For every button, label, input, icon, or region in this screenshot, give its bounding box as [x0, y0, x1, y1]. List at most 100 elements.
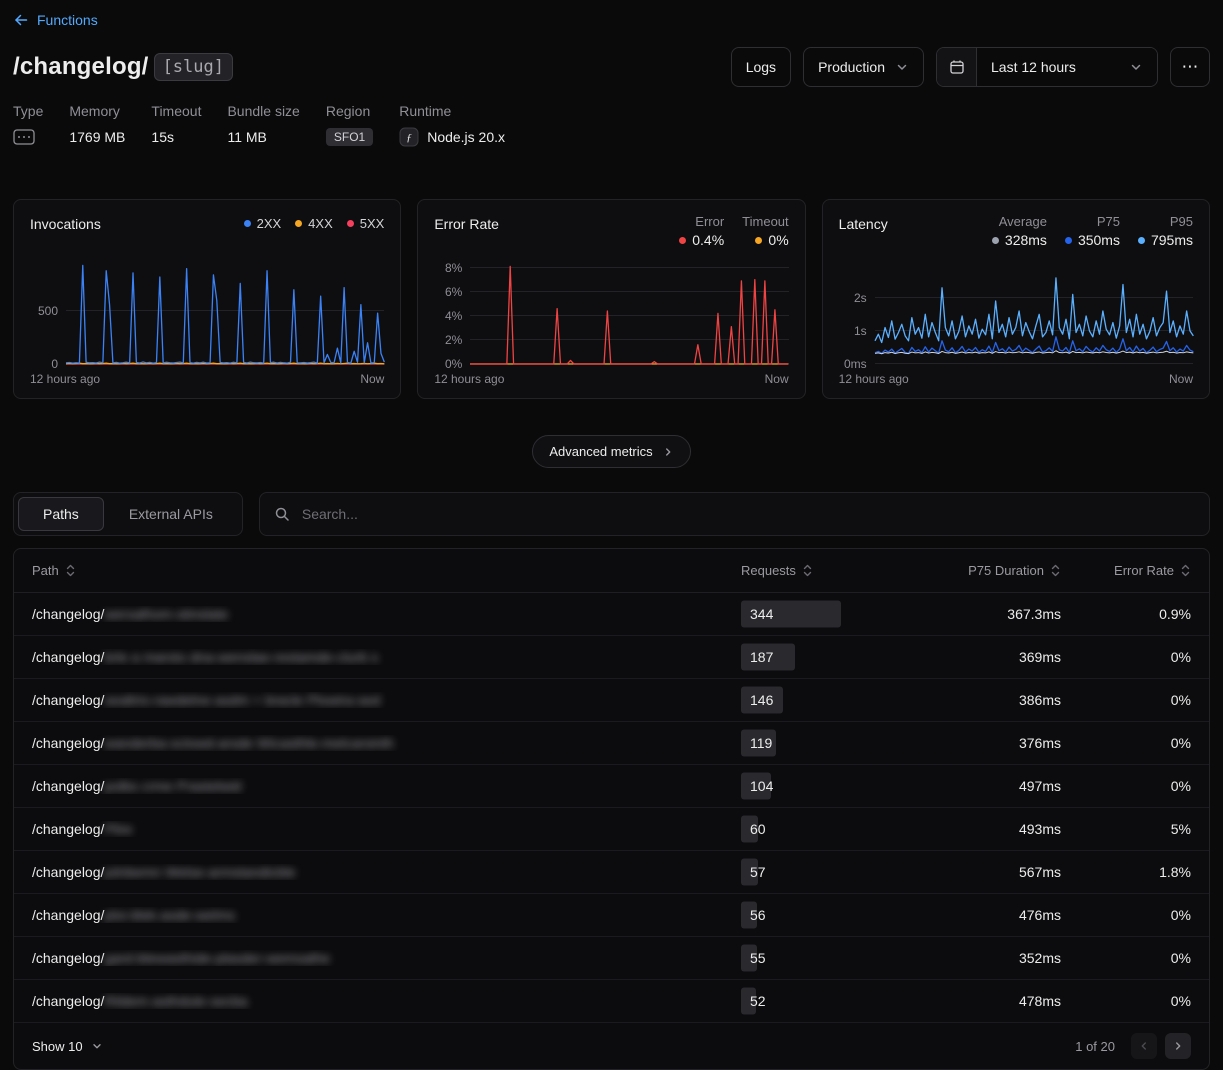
environment-dropdown[interactable]: Production: [803, 47, 924, 87]
page-indicator: 1 of 20: [1075, 1039, 1115, 1054]
table-footer: Show 10 1 of 20: [14, 1023, 1209, 1069]
table-row[interactable]: /changelog/jolnbemn Welse-armstandicble …: [14, 851, 1209, 894]
tab-external-apis[interactable]: External APIs: [104, 497, 238, 531]
p75-value: 367.3ms: [891, 606, 1061, 622]
nodejs-icon: ƒ: [399, 127, 419, 147]
path-cell: /changelog/polbs crme Prastelwid: [32, 778, 741, 794]
legend-dot-timeout: [755, 237, 762, 244]
function-path-title: /changelog/: [13, 53, 149, 81]
table-row[interactable]: /changelog/wanderba-sclowd-arsde Wicasth…: [14, 722, 1209, 765]
chevron-right-icon: [1172, 1040, 1184, 1052]
search-bar: [259, 492, 1210, 536]
sort-icon: [1180, 564, 1191, 577]
path-prefix: /changelog/: [32, 778, 104, 794]
p75-value: 478ms: [891, 993, 1061, 1009]
column-header-error-rate[interactable]: Error Rate: [1061, 563, 1191, 578]
back-link[interactable]: Functions: [13, 12, 98, 28]
path-slug-redacted: gard-blewasthide-plasder-wemsathe: [104, 950, 330, 966]
meta-runtime: Runtime ƒ Node.js 20.x: [399, 103, 505, 147]
invocations-legend: 2XX 4XX 5XX: [244, 214, 385, 231]
paths-table: Path Requests P75 Duration Error Rate /c…: [13, 548, 1210, 1070]
chevron-down-icon: [895, 60, 909, 74]
requests-cell: 104: [741, 765, 891, 807]
path-cell: /changelog/sealtris-rawdelne-asdm + brac…: [32, 692, 741, 708]
function-meta: Type Memory 1769 MB Timeout 15s Bundle s…: [13, 103, 1210, 147]
table-row[interactable]: /changelog/ploi-tilek-asde-welms 56 476m…: [14, 894, 1209, 937]
error-rate-value: 0.9%: [1061, 606, 1191, 622]
path-slug-redacted: sealtris-rawdelne-asdm + bracle Plowira-…: [104, 692, 380, 708]
requests-cell: 60: [741, 808, 891, 850]
meta-timeout: Timeout 15s: [151, 103, 201, 147]
tab-paths[interactable]: Paths: [18, 497, 104, 531]
path-prefix: /changelog/: [32, 993, 104, 1009]
error-rate-value: 0%: [1061, 778, 1191, 794]
path-cell: /changelog/wersalhom-stinslate: [32, 606, 741, 622]
search-input[interactable]: [260, 493, 1209, 535]
requests-value: 56: [741, 907, 766, 923]
requests-cell: 187: [741, 636, 891, 678]
column-header-p75-duration[interactable]: P75 Duration: [891, 563, 1061, 578]
table-row[interactable]: /changelog/gard-blewasthide-plasder-wems…: [14, 937, 1209, 980]
requests-cell: 344: [741, 593, 891, 635]
invocations-card: Invocations 2XX 4XX 5XX 5000 12 hours ag…: [13, 199, 401, 399]
column-header-path[interactable]: Path: [32, 563, 741, 578]
latency-card: Latency Average 328ms P75 350ms P95 795m…: [822, 199, 1210, 399]
table-row[interactable]: /changelog/sealtris-rawdelne-asdm + brac…: [14, 679, 1209, 722]
p75-value: 497ms: [891, 778, 1061, 794]
meta-type: Type: [13, 103, 43, 147]
requests-value: 60: [741, 821, 766, 837]
date-range-dropdown[interactable]: Last 12 hours: [977, 48, 1157, 86]
path-slug-redacted: ploi-tilek-asde-welms: [104, 907, 235, 923]
requests-cell: 55: [741, 937, 891, 979]
path-cell: /changelog/Plire: [32, 821, 741, 837]
error-rate-value: 0%: [1061, 907, 1191, 923]
date-range-picker: Last 12 hours: [936, 47, 1158, 87]
path-prefix: /changelog/: [32, 735, 104, 751]
latency-chart: 2s1s0ms: [875, 258, 1193, 364]
more-options-button[interactable]: ⋯: [1170, 47, 1210, 87]
requests-cell: 52: [741, 980, 891, 1022]
function-details-page: Functions /changelog/ [slug] Logs Produc…: [0, 0, 1223, 1070]
chevron-left-icon: [1138, 1040, 1150, 1052]
path-slug-redacted: Plire: [104, 821, 132, 837]
table-row[interactable]: /changelog/wersalhom-stinslate 344 367.3…: [14, 593, 1209, 636]
error-rate-value: 5%: [1061, 821, 1191, 837]
requests-value: 187: [741, 649, 773, 665]
table-row[interactable]: /changelog/Plire 60 493ms 5%: [14, 808, 1209, 851]
requests-cell: 57: [741, 851, 891, 893]
error-rate-legend: Error 0.4% Timeout 0%: [679, 214, 788, 248]
path-prefix: /changelog/: [32, 821, 104, 837]
logs-button[interactable]: Logs: [731, 47, 791, 87]
next-page-button[interactable]: [1165, 1033, 1191, 1059]
table-row[interactable]: /changelog/brle a marsto dna-wenslae-res…: [14, 636, 1209, 679]
calendar-button[interactable]: [937, 48, 977, 86]
error-rate-x-axis: 12 hours ago Now: [434, 372, 788, 386]
page-size-dropdown[interactable]: Show 10: [32, 1039, 103, 1054]
path-prefix: /changelog/: [32, 649, 104, 665]
legend-dot-error: [679, 237, 686, 244]
requests-cell: 119: [741, 722, 891, 764]
back-arrow-icon: [13, 12, 29, 28]
svg-text:ƒ: ƒ: [406, 132, 412, 144]
advanced-metrics-button[interactable]: Advanced metrics: [532, 435, 690, 468]
legend-dot-p95: [1138, 237, 1145, 244]
path-slug-redacted: wersalhom-stinslate: [104, 606, 228, 622]
table-body: /changelog/wersalhom-stinslate 344 367.3…: [14, 593, 1209, 1023]
p75-value: 352ms: [891, 950, 1061, 966]
table-row[interactable]: /changelog/Rildem-asthdule-secba 52 478m…: [14, 980, 1209, 1023]
invocations-title: Invocations: [30, 214, 101, 232]
metrics-charts: Invocations 2XX 4XX 5XX 5000 12 hours ag…: [13, 199, 1210, 399]
sort-icon: [1050, 564, 1061, 577]
chevron-down-icon: [91, 1040, 103, 1052]
legend-dot-average: [992, 237, 999, 244]
p75-value: 369ms: [891, 649, 1061, 665]
table-header: Path Requests P75 Duration Error Rate: [14, 549, 1209, 593]
prev-page-button[interactable]: [1131, 1033, 1157, 1059]
path-slug-redacted: Rildem-asthdule-secba: [104, 993, 247, 1009]
isr-icon: [13, 129, 35, 145]
column-header-requests[interactable]: Requests: [741, 563, 891, 578]
table-row[interactable]: /changelog/polbs crme Prastelwid 104 497…: [14, 765, 1209, 808]
path-cell: /changelog/ploi-tilek-asde-welms: [32, 907, 741, 923]
sort-icon: [802, 564, 813, 577]
requests-value: 146: [741, 692, 773, 708]
